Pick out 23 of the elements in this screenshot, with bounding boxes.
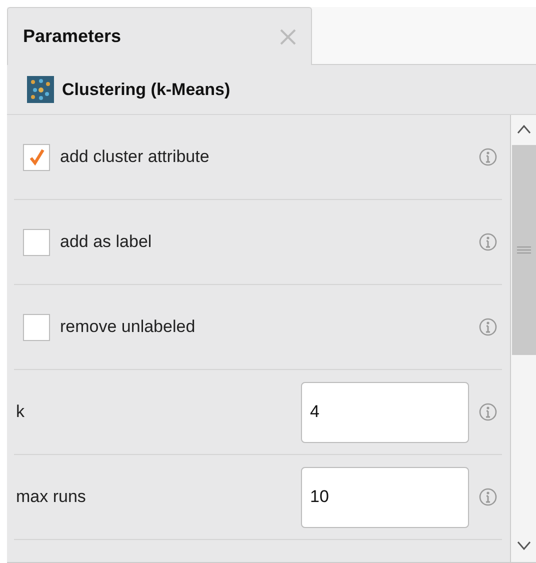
parameters-tab[interactable]: Parameters (7, 7, 312, 65)
checkbox[interactable] (23, 144, 50, 170)
info-icon[interactable] (479, 233, 497, 251)
number-field[interactable]: 4 (301, 382, 469, 442)
parameter-label: max runs (15, 486, 87, 508)
parameter-label: remove unlabeled (60, 316, 196, 338)
scroll-up-icon[interactable] (516, 123, 532, 135)
info-icon[interactable] (479, 148, 497, 166)
info-icon[interactable] (479, 488, 497, 506)
scroll-down-icon[interactable] (516, 540, 532, 552)
checkbox[interactable] (23, 228, 50, 256)
scrollbar-thumb[interactable] (512, 145, 536, 355)
parameter-label: k (15, 401, 26, 424)
info-icon[interactable] (479, 318, 497, 336)
operator-title: Clustering (k-Means) (62, 78, 230, 101)
number-field[interactable]: 10 (301, 466, 469, 528)
parameter-label: add as label (60, 231, 153, 254)
parameter-label: add cluster attribute (60, 146, 210, 168)
clusters-icon (27, 76, 54, 103)
checkmark-icon (28, 148, 46, 166)
info-icon[interactable] (479, 403, 497, 421)
checkbox[interactable] (23, 314, 50, 340)
close-icon[interactable] (279, 28, 297, 46)
